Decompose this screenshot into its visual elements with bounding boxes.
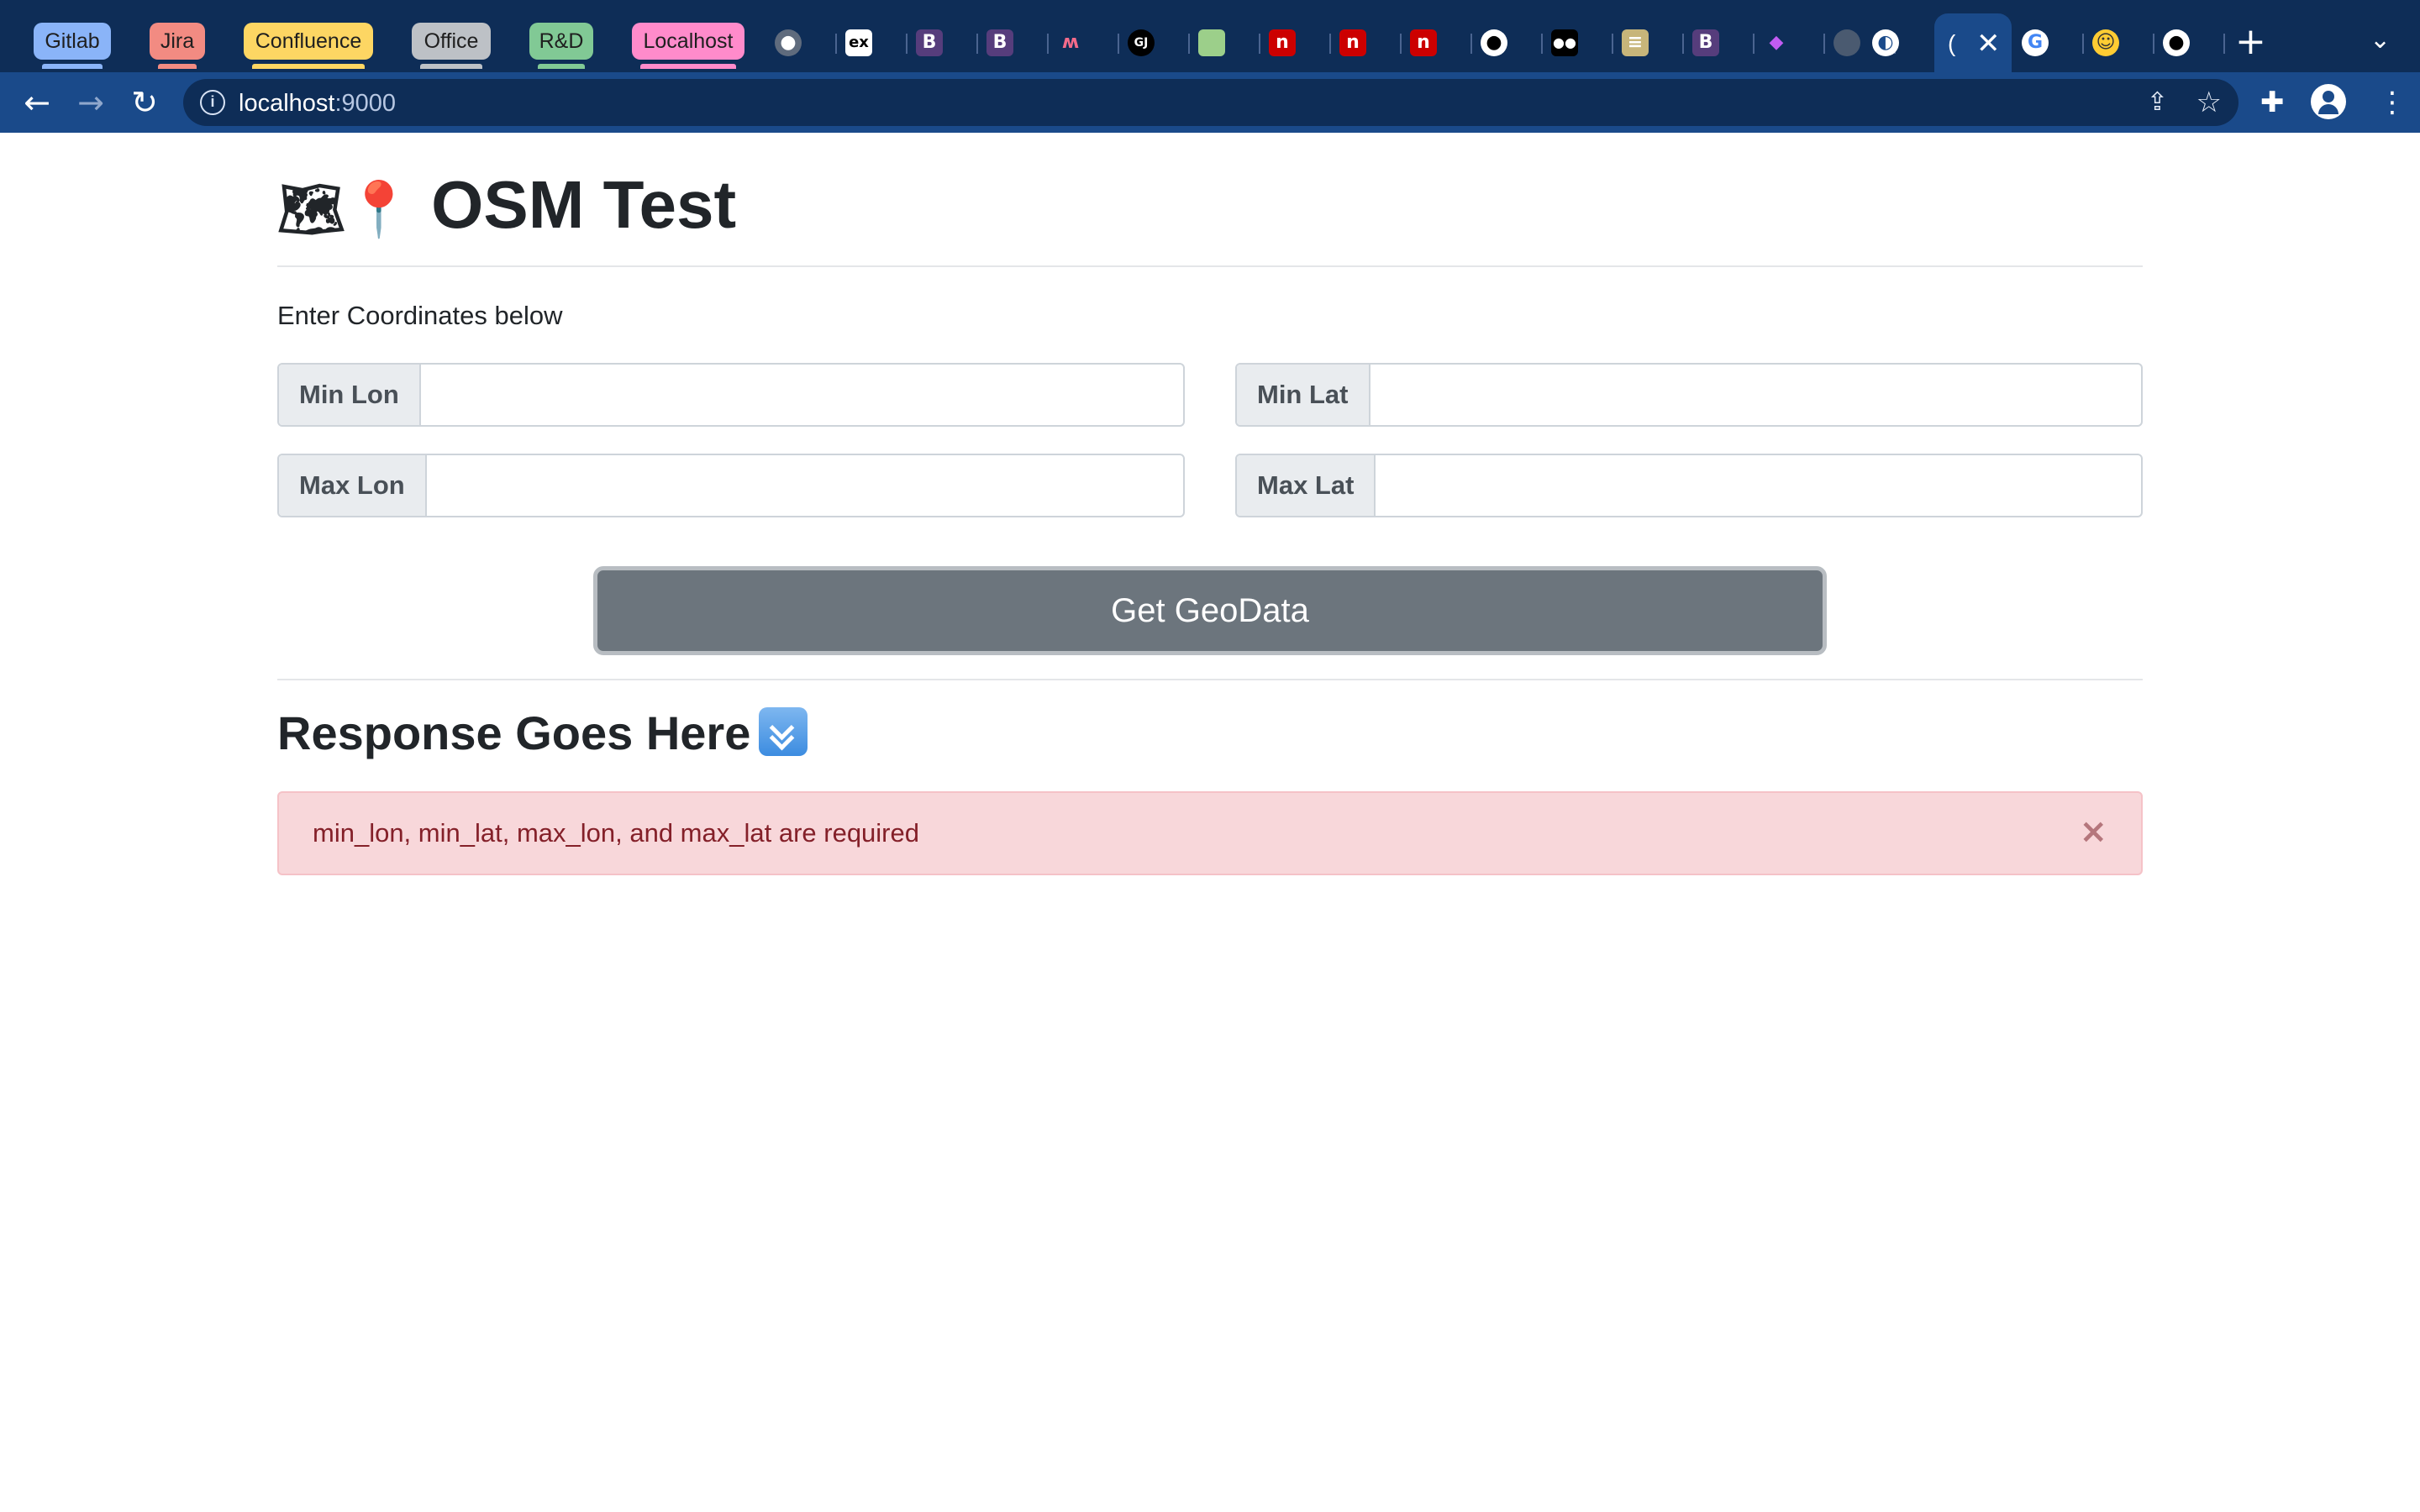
browser-tab[interactable]: B — [908, 22, 978, 64]
min-lon-input[interactable] — [424, 365, 1183, 425]
min-lat-input[interactable] — [1376, 365, 2141, 425]
url-port: :9000 — [334, 90, 397, 117]
npm-icon: n — [1410, 29, 1437, 56]
wave-favicon-icon: ʍ — [1061, 32, 1080, 53]
tab-group-confluence[interactable]: Confluence — [244, 23, 373, 69]
npm-icon: n — [1339, 29, 1366, 56]
browser-tab[interactable]: ● — [1472, 22, 1543, 64]
browser-tab-strip: Gitlab Jira Confluence Office R&D Localh… — [0, 0, 2420, 72]
browser-tab[interactable]: ● — [766, 22, 837, 64]
site-info-icon[interactable]: i — [200, 90, 225, 115]
response-heading: Response Goes Here — [277, 704, 808, 763]
hugging-face-icon: ☺ — [2092, 29, 2119, 56]
npm-icon: n — [1269, 29, 1296, 56]
alert-close-icon[interactable]: × — [2079, 815, 2107, 848]
min-lat-label: Min Lat — [1237, 365, 1370, 425]
browser-tab[interactable]: ● — [2154, 22, 2225, 64]
browser-tab[interactable]: G — [2013, 22, 2084, 64]
github-icon: ● — [2163, 29, 2190, 56]
divider — [277, 265, 2143, 267]
page-favicon-icon: ≡ — [1622, 29, 1649, 56]
tab-group-localhost[interactable]: Localhost — [632, 23, 744, 69]
tab-group-rnd[interactable]: R&D — [529, 23, 593, 69]
max-lon-label: Max Lon — [279, 455, 427, 516]
max-lat-input[interactable] — [1381, 455, 2141, 516]
bootstrap-icon: B — [986, 29, 1013, 56]
share-icon[interactable]: ⇪ — [2147, 87, 2168, 117]
close-tab-icon[interactable]: ✕ — [1976, 27, 2001, 60]
browser-tab[interactable]: B — [978, 22, 1049, 64]
tab-group-jira[interactable]: Jira — [150, 23, 205, 69]
diamond-favicon-icon: ◆ — [1769, 32, 1784, 53]
browser-tab[interactable]: ʍ — [1049, 22, 1119, 64]
browser-tab[interactable]: ●● — [1543, 22, 1613, 64]
max-lon-group: Max Lon — [277, 454, 1185, 517]
browser-tab[interactable]: ☺ — [2084, 22, 2154, 64]
browser-toolbar: ← → ↻ i localhost:9000 ⇪ ☆ ✚ ⋮ — [0, 72, 2420, 133]
bootstrap-icon: B — [916, 29, 943, 56]
bootstrap-icon: B — [1692, 29, 1719, 56]
browser-tab[interactable]: B — [1684, 22, 1754, 64]
round-pushpin-icon: 📍 — [345, 179, 413, 241]
active-browser-tab[interactable]: ( ✕ — [1934, 13, 2012, 72]
globe-icon: ◐ — [1872, 29, 1899, 56]
github-icon: ● — [1481, 29, 1507, 56]
map-favicon-icon — [1198, 29, 1225, 56]
globe-icon: ● — [775, 29, 802, 56]
max-lat-group: Max Lat — [1235, 454, 2143, 517]
double-down-arrow-icon — [759, 707, 808, 756]
get-geodata-button[interactable]: Get GeoData — [593, 566, 1827, 655]
back-arrow-icon[interactable]: ← — [18, 84, 55, 121]
ex-favicon-icon: ex — [845, 29, 872, 56]
error-alert: min_lon, min_lat, max_lon, and max_lat a… — [277, 791, 2143, 875]
reload-icon[interactable]: ↻ — [126, 84, 163, 121]
url-text[interactable]: localhost:9000 — [239, 90, 396, 118]
world-map-icon: 🗺 — [277, 179, 346, 241]
gj-favicon-icon: GJ — [1128, 29, 1155, 56]
response-heading-text: Response Goes Here — [277, 706, 751, 759]
medium-icon: ●● — [1551, 29, 1578, 56]
new-tab-button[interactable]: + — [2235, 20, 2266, 63]
divider — [277, 679, 2143, 680]
forward-arrow-icon[interactable]: → — [72, 84, 109, 121]
google-icon: G — [2022, 29, 2049, 56]
tab-group-office[interactable]: Office — [412, 23, 491, 69]
tab-group-gitlab[interactable]: Gitlab — [34, 23, 111, 69]
browser-tab[interactable]: ◐ — [1864, 22, 1934, 64]
page-title-text: OSM Test — [431, 167, 737, 242]
browser-tab[interactable]: ◆ — [1754, 22, 1825, 64]
max-lat-label: Max Lat — [1237, 455, 1376, 516]
instructions-text: Enter Coordinates below — [277, 301, 563, 330]
browser-tab[interactable]: n — [1260, 22, 1331, 64]
globe-icon — [1833, 29, 1860, 56]
min-lat-group: Min Lat — [1235, 363, 2143, 427]
extensions-puzzle-icon[interactable]: ✚ — [2260, 86, 2285, 119]
max-lon-input[interactable] — [430, 455, 1183, 516]
browser-tab[interactable]: GJ — [1119, 22, 1190, 64]
browser-tab[interactable]: ≡ — [1613, 22, 1684, 64]
page-title: 🗺📍 OSM Test — [277, 163, 736, 247]
profile-avatar-icon[interactable] — [2311, 84, 2346, 119]
min-lon-group: Min Lon — [277, 363, 1185, 427]
min-lon-label: Min Lon — [279, 365, 421, 425]
active-tab-favicon-icon: ( — [1948, 30, 1956, 56]
menu-kebab-icon[interactable]: ⋮ — [2378, 86, 2407, 119]
browser-tab[interactable] — [1190, 22, 1260, 64]
url-host: localhost — [239, 90, 335, 117]
bookmark-star-icon[interactable]: ☆ — [2196, 86, 2222, 119]
browser-tab[interactable]: n — [1402, 22, 1472, 64]
browser-tab[interactable]: ex — [837, 22, 908, 64]
browser-tab[interactable]: n — [1331, 22, 1402, 64]
alert-message: min_lon, min_lat, max_lon, and max_lat a… — [313, 818, 919, 848]
tab-search-chevron-icon[interactable]: ⌄ — [2370, 25, 2391, 55]
address-bar[interactable]: i localhost:9000 ⇪ ☆ — [183, 79, 2238, 126]
